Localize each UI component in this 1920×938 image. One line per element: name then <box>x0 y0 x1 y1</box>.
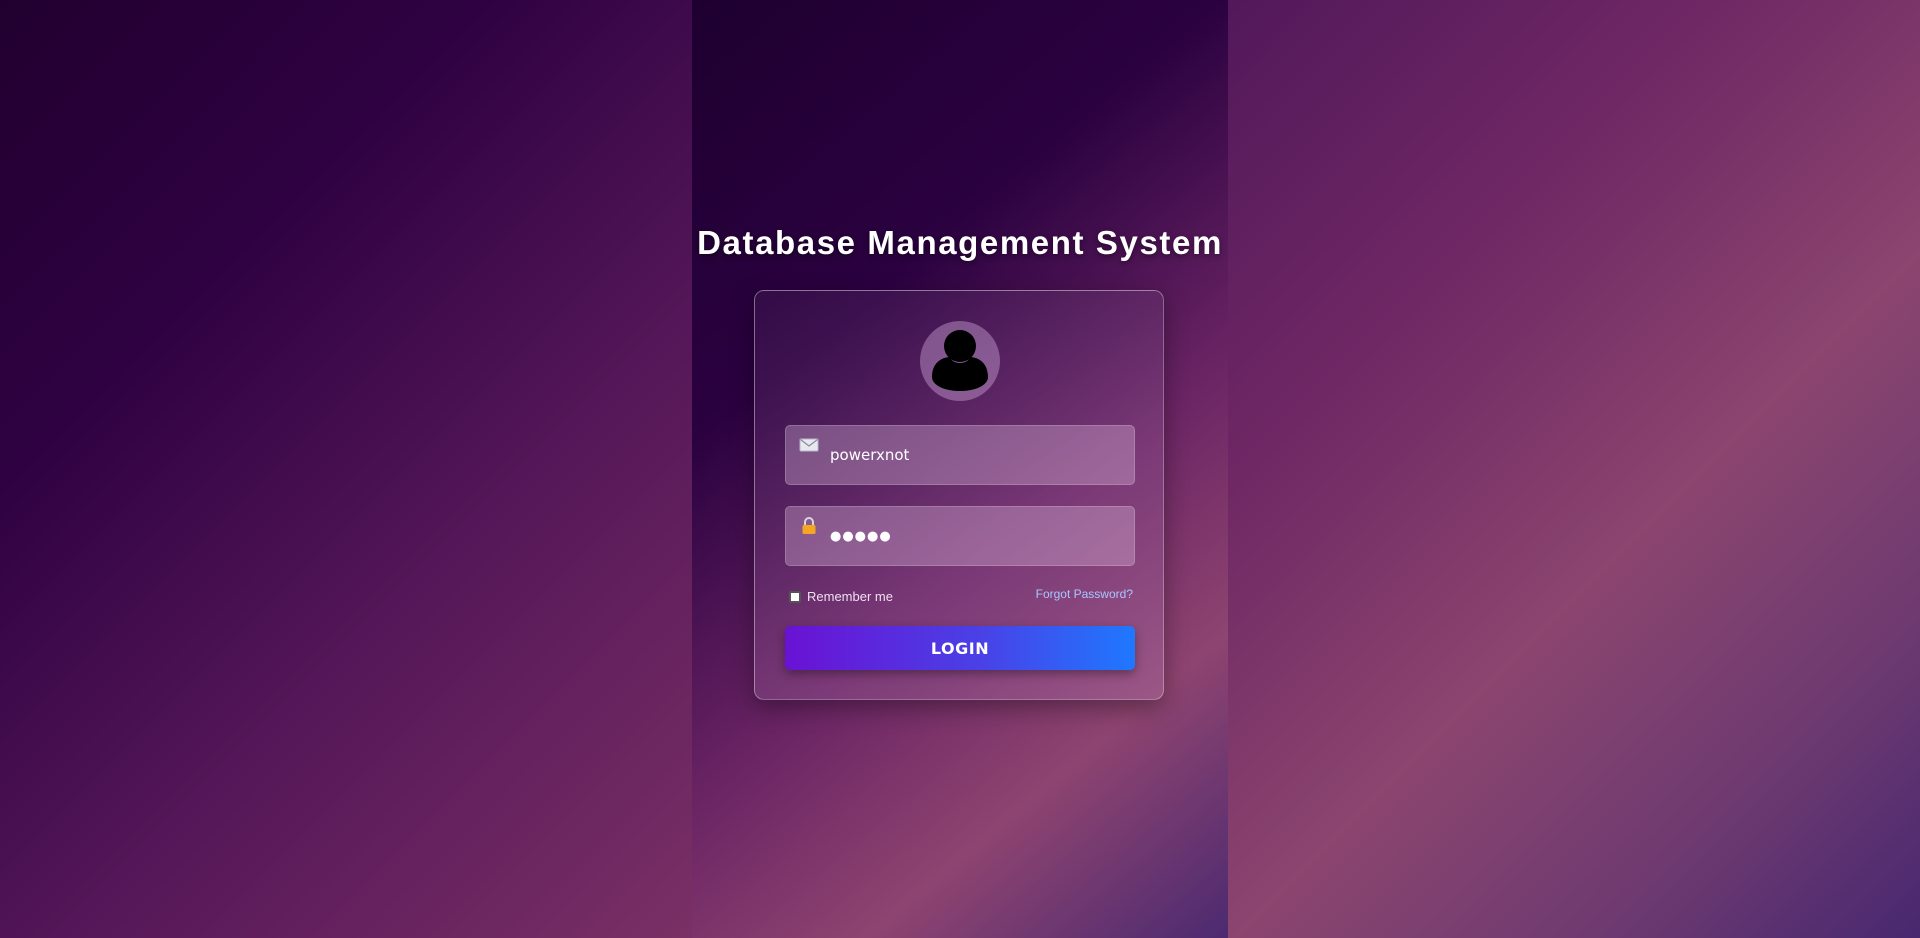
background-panel-right <box>1228 0 1920 938</box>
user-silhouette-icon <box>920 321 1000 401</box>
lock-icon <box>799 516 819 536</box>
password-field <box>785 506 1135 566</box>
remember-me: Remember me <box>789 589 893 604</box>
login-button[interactable]: LOGIN <box>785 626 1135 670</box>
envelope-icon <box>799 435 819 455</box>
username-field <box>785 425 1135 485</box>
username-input[interactable] <box>830 426 1120 484</box>
password-input[interactable] <box>830 507 1120 565</box>
forgot-password-link[interactable]: Forgot Password? <box>1036 587 1133 601</box>
background-panel-left <box>0 0 692 938</box>
remember-me-label: Remember me <box>807 589 893 604</box>
page-title: Database Management System <box>697 224 1223 261</box>
login-card: Remember me Forgot Password? LOGIN <box>754 290 1164 700</box>
remember-me-checkbox[interactable] <box>789 590 801 603</box>
